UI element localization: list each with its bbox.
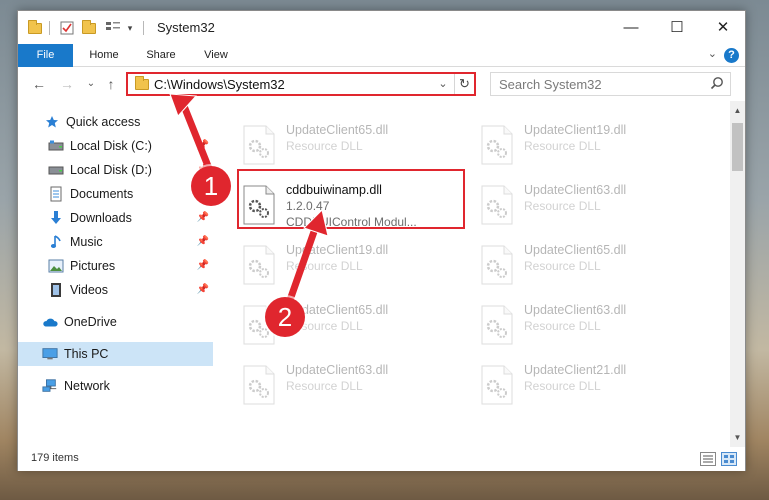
ribbon-expand-icon[interactable]: ⌄	[708, 47, 717, 60]
back-button[interactable]: ←	[30, 75, 48, 93]
download-icon	[48, 210, 64, 226]
file-list: UpdateClient65.dll Resource DLL cddbuiwi…	[218, 101, 730, 447]
quick-access-dropdown-icon[interactable]: ▾	[124, 19, 136, 37]
sidebar-item-onedrive[interactable]: OneDrive	[18, 310, 213, 334]
dll-file-icon	[243, 125, 275, 165]
dll-file-icon	[243, 365, 275, 405]
videos-icon	[48, 282, 64, 298]
pin-icon[interactable]: 📌	[197, 284, 209, 295]
pin-icon[interactable]: 📌	[197, 212, 209, 223]
tab-view[interactable]: View	[194, 44, 238, 67]
music-icon	[48, 234, 64, 250]
scroll-up-icon[interactable]: ▲	[730, 103, 745, 118]
network-icon	[42, 378, 58, 394]
explorer-window: ▾ System32 — ☐ ✕ File Home Share View ⌄ …	[17, 10, 746, 471]
sidebar-item-pictures[interactable]: Pictures 📌	[18, 254, 213, 278]
drive-icon	[48, 138, 64, 154]
vertical-scrollbar[interactable]: ▲ ▼	[730, 101, 745, 447]
maximize-button[interactable]: ☐	[654, 11, 700, 43]
documents-icon	[48, 186, 64, 202]
customize-toolbar-icon[interactable]	[102, 19, 124, 37]
forward-button[interactable]: →	[58, 75, 76, 93]
navigation-pane: Quick access Local Disk (C:) 📌 Local Dis…	[18, 101, 213, 447]
file-item[interactable]: UpdateClient19.dll Resource DLL	[476, 115, 701, 175]
sidebar-item-downloads[interactable]: Downloads 📌	[18, 206, 213, 230]
tab-file[interactable]: File	[18, 44, 73, 67]
search-placeholder: Search System32	[499, 77, 602, 92]
search-input[interactable]: Search System32	[490, 72, 731, 96]
dll-file-icon	[481, 305, 513, 345]
file-item[interactable]: UpdateClient63.dll Resource DLL	[476, 295, 701, 355]
dll-file-icon	[481, 125, 513, 165]
file-item[interactable]: UpdateClient63.dll Resource DLL	[476, 175, 701, 235]
pin-icon[interactable]: 📌	[197, 260, 209, 271]
properties-icon[interactable]	[58, 19, 76, 37]
pin-icon[interactable]: 📌	[197, 140, 209, 151]
dll-file-icon	[481, 365, 513, 405]
title-bar: ▾ System32 — ☐ ✕	[18, 11, 745, 44]
close-button[interactable]: ✕	[700, 11, 746, 43]
address-path[interactable]: C:\Windows\System32	[154, 77, 285, 92]
ribbon-tabs: File Home Share View ⌄ ?	[18, 44, 745, 67]
sidebar-item-network[interactable]: Network	[18, 374, 213, 398]
dll-file-icon	[243, 245, 275, 285]
file-item[interactable]: UpdateClient19.dll Resource DLL	[238, 235, 463, 295]
details-view-icon[interactable]	[700, 452, 716, 466]
address-bar[interactable]: C:\Windows\System32 ⌄ ↻	[126, 72, 476, 96]
recent-locations-button[interactable]: ⌄	[82, 75, 100, 93]
sidebar-item-local-disk-c[interactable]: Local Disk (C:) 📌	[18, 134, 213, 158]
computer-icon	[42, 346, 58, 362]
file-highlight-box	[237, 169, 465, 229]
search-icon	[710, 77, 723, 90]
dll-file-icon	[481, 185, 513, 225]
sidebar-item-quick-access[interactable]: Quick access	[18, 110, 213, 134]
item-count: 179 items	[31, 452, 79, 464]
sidebar-item-videos[interactable]: Videos 📌	[18, 278, 213, 302]
scroll-thumb[interactable]	[732, 123, 743, 171]
sidebar-item-this-pc[interactable]: This PC	[18, 342, 213, 366]
address-dropdown-icon[interactable]: ⌄	[436, 75, 450, 93]
dll-file-icon	[481, 245, 513, 285]
new-folder-icon[interactable]	[80, 19, 98, 37]
step-1-badge: 1	[191, 166, 231, 206]
status-bar: 179 items	[18, 447, 745, 471]
sidebar-item-music[interactable]: Music 📌	[18, 230, 213, 254]
file-item[interactable]: UpdateClient63.dll Resource DLL	[238, 355, 463, 415]
pin-icon[interactable]: 📌	[197, 236, 209, 247]
up-button[interactable]: ↑	[102, 75, 120, 93]
folder-icon[interactable]	[26, 19, 44, 37]
minimize-button[interactable]: —	[608, 11, 654, 43]
file-item[interactable]: UpdateClient21.dll Resource DLL	[476, 355, 701, 415]
tab-share[interactable]: Share	[138, 44, 184, 67]
navigation-bar: ← → ⌄ ↑ C:\Windows\System32 ⌄ ↻ Search S…	[18, 67, 745, 101]
scroll-down-icon[interactable]: ▼	[730, 430, 745, 445]
folder-icon	[135, 76, 149, 90]
file-item[interactable]: UpdateClient65.dll Resource DLL	[476, 235, 701, 295]
help-button[interactable]: ?	[724, 48, 739, 63]
window-title: System32	[157, 20, 215, 35]
refresh-button[interactable]: ↻	[454, 74, 474, 94]
sidebar-item-local-disk-d[interactable]: Local Disk (D:) 📌	[18, 158, 213, 182]
large-icons-view-icon[interactable]	[721, 452, 737, 466]
star-icon	[44, 114, 60, 130]
file-item[interactable]: UpdateClient65.dll Resource DLL	[238, 115, 463, 175]
cloud-icon	[42, 314, 58, 330]
tab-home[interactable]: Home	[80, 44, 128, 67]
step-2-badge: 2	[265, 297, 305, 337]
sidebar-item-documents[interactable]: Documents 📌	[18, 182, 213, 206]
pictures-icon	[48, 258, 64, 274]
drive-icon	[48, 162, 64, 178]
